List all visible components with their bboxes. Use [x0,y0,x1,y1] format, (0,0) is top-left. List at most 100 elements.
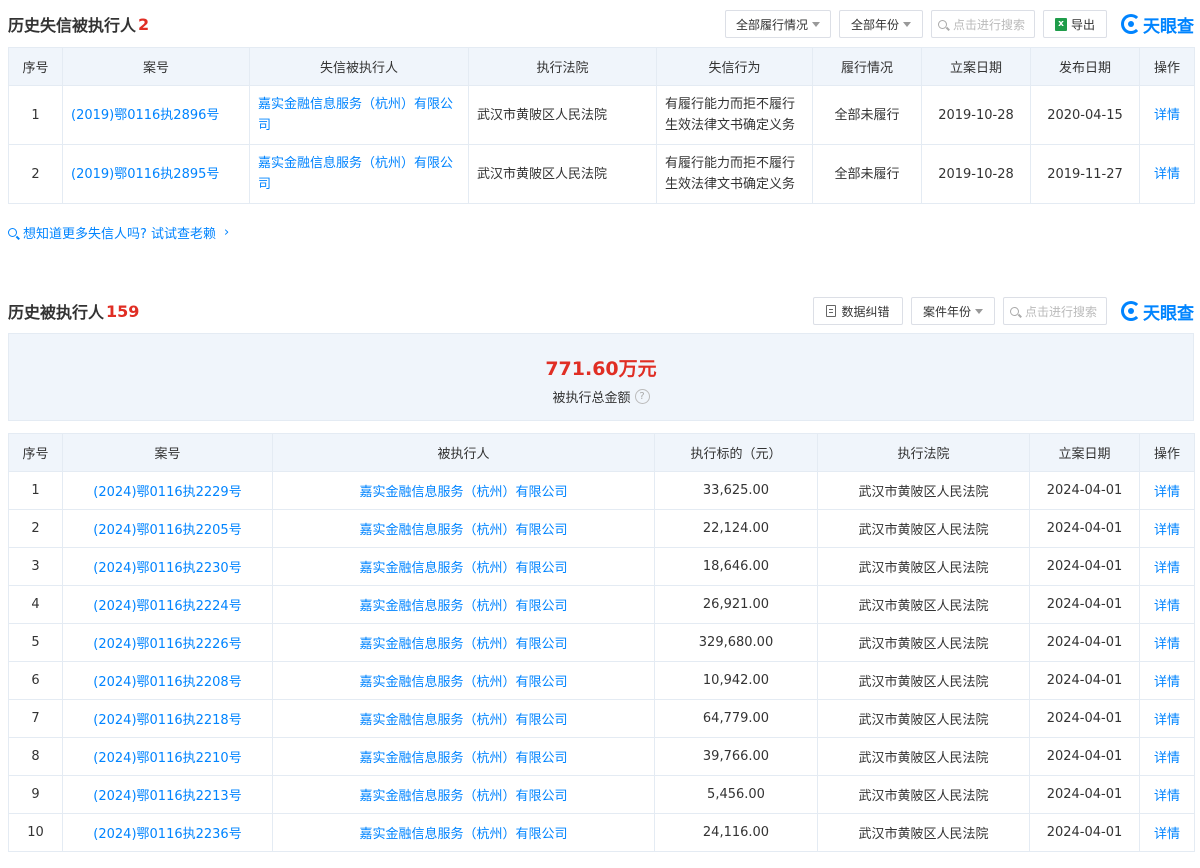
company-link[interactable]: 嘉实金融信息服务（杭州）有限公司 [272,509,655,548]
chevron-right-icon: › [224,225,230,240]
excel-icon: x [1054,17,1067,31]
filing-date: 2019-10-28 [921,85,1031,145]
company-link[interactable]: 嘉实金融信息服务（杭州）有限公司 [249,85,469,145]
table-row: 2 (2019)鄂0116执2895号 嘉实金融信息服务（杭州）有限公司 武汉市… [8,144,1195,204]
details-link[interactable]: 详情 [1139,509,1195,548]
case-number-link[interactable]: (2024)鄂0116执2218号 [62,699,273,738]
year-filter-dropdown[interactable]: 全部年份 [839,10,923,38]
executed-section-header: 历史被执行人 159 数据纠错 案件年份 点击进行搜索 天眼查 [8,295,1194,327]
publish-date: 2020-04-15 [1030,85,1140,145]
search-icon [8,228,17,237]
tianyancha-logo: 天眼查 [1121,12,1194,37]
table-row: 3 (2024)鄂0116执2230号 嘉实金融信息服务（杭州）有限公司 18,… [8,547,1195,586]
company-link[interactable]: 嘉实金融信息服务（杭州）有限公司 [272,471,655,510]
company-link[interactable]: 嘉实金融信息服务（杭州）有限公司 [249,144,469,204]
table-row: 2 (2024)鄂0116执2205号 嘉实金融信息服务（杭州）有限公司 22,… [8,509,1195,548]
details-link[interactable]: 详情 [1139,547,1195,586]
case-year-filter-dropdown[interactable]: 案件年份 [911,297,995,325]
executed-table: 序号 案号 被执行人 执行标的（元） 执行法院 立案日期 操作 1 (2024)… [8,433,1195,852]
search-icon [938,19,947,29]
tianyancha-logo-icon [1121,14,1141,34]
row-number: 2 [8,509,63,548]
details-link[interactable]: 详情 [1139,85,1195,145]
data-correction-button[interactable]: 数据纠错 [813,297,903,325]
chevron-down-icon [812,21,821,27]
column-header: 操作 [1139,433,1195,472]
row-number: 1 [8,85,63,145]
column-header: 立案日期 [1029,433,1140,472]
table-header-row: 序号 案号 被执行人 执行标的（元） 执行法院 立案日期 操作 [8,433,1195,472]
case-number-link[interactable]: (2019)鄂0116执2896号 [62,85,250,145]
company-link[interactable]: 嘉实金融信息服务（杭州）有限公司 [272,623,655,662]
total-amount-value: 771.60万元 [545,358,657,380]
search-placeholder: 点击进行搜索 [953,17,1026,32]
performance-filter-dropdown[interactable]: 全部履行情况 [725,10,831,38]
case-year-filter-label: 案件年份 [922,304,971,319]
case-number-link[interactable]: (2024)鄂0116执2226号 [62,623,273,662]
company-link[interactable]: 嘉实金融信息服务（杭州）有限公司 [272,699,655,738]
case-number-link[interactable]: (2024)鄂0116执2230号 [62,547,273,586]
row-number: 8 [8,737,63,776]
filing-date: 2024-04-01 [1029,775,1140,814]
column-header: 序号 [8,433,63,472]
document-icon [826,305,837,317]
company-link[interactable]: 嘉实金融信息服务（杭州）有限公司 [272,661,655,700]
company-link[interactable]: 嘉实金融信息服务（杭州）有限公司 [272,547,655,586]
case-number-link[interactable]: (2024)鄂0116执2224号 [62,585,273,624]
find-more-dishonest-link[interactable]: 想知道更多失信人吗? 试试查老赖 › [8,223,229,242]
details-link[interactable]: 详情 [1139,737,1195,776]
details-link[interactable]: 详情 [1139,585,1195,624]
execution-amount: 33,625.00 [654,471,818,510]
case-number-link[interactable]: (2024)鄂0116执2236号 [62,813,273,852]
case-number-link[interactable]: (2024)鄂0116执2208号 [62,661,273,700]
details-link[interactable]: 详情 [1139,471,1195,510]
execution-amount: 5,456.00 [654,775,818,814]
case-number-link[interactable]: (2024)鄂0116执2213号 [62,775,273,814]
export-label: 导出 [1070,17,1095,32]
dishonest-behavior: 有履行能力而拒不履行生效法律文书确定义务 [656,85,813,145]
column-header: 履行情况 [812,47,922,86]
execution-amount: 64,779.00 [654,699,818,738]
dishonest-search-input[interactable]: 点击进行搜索 [931,10,1035,38]
details-link[interactable]: 详情 [1139,144,1195,204]
column-header: 案号 [62,47,250,86]
column-header: 执行标的（元） [654,433,818,472]
filing-date: 2024-04-01 [1029,471,1140,510]
execution-amount: 26,921.00 [654,585,818,624]
court-name: 武汉市黄陂区人民法院 [817,547,1030,586]
performance-status: 全部未履行 [812,144,922,204]
court-name: 武汉市黄陂区人民法院 [817,813,1030,852]
table-row: 1 (2024)鄂0116执2229号 嘉实金融信息服务（杭州）有限公司 33,… [8,471,1195,510]
executed-search-input[interactable]: 点击进行搜索 [1003,297,1107,325]
company-link[interactable]: 嘉实金融信息服务（杭州）有限公司 [272,737,655,776]
details-link[interactable]: 详情 [1139,775,1195,814]
help-icon[interactable]: ? [634,389,650,404]
table-header-row: 序号 案号 失信被执行人 执行法院 失信行为 履行情况 立案日期 发布日期 操作 [8,47,1195,86]
row-number: 1 [8,471,63,510]
column-header: 发布日期 [1030,47,1140,86]
row-number: 3 [8,547,63,586]
details-link[interactable]: 详情 [1139,623,1195,662]
case-number-link[interactable]: (2024)鄂0116执2229号 [62,471,273,510]
court-name: 武汉市黄陂区人民法院 [817,471,1030,510]
court-name: 武汉市黄陂区人民法院 [817,737,1030,776]
dishonest-section-title: 历史失信被执行人 [8,16,137,35]
column-header: 序号 [8,47,63,86]
company-link[interactable]: 嘉实金融信息服务（杭州）有限公司 [272,813,655,852]
case-number-link[interactable]: (2024)鄂0116执2210号 [62,737,273,776]
column-header: 执行法院 [817,433,1030,472]
executed-table-body: 1 (2024)鄂0116执2229号 嘉实金融信息服务（杭州）有限公司 33,… [8,471,1195,852]
filing-date: 2024-04-01 [1029,737,1140,776]
case-number-link[interactable]: (2024)鄂0116执2205号 [62,509,273,548]
table-row: 7 (2024)鄂0116执2218号 嘉实金融信息服务（杭州）有限公司 64,… [8,699,1195,738]
execution-amount: 22,124.00 [654,509,818,548]
case-number-link[interactable]: (2019)鄂0116执2895号 [62,144,250,204]
company-link[interactable]: 嘉实金融信息服务（杭州）有限公司 [272,775,655,814]
logo-text: 天眼查 [1143,303,1194,324]
company-link[interactable]: 嘉实金融信息服务（杭州）有限公司 [272,585,655,624]
details-link[interactable]: 详情 [1139,661,1195,700]
export-button[interactable]: x 导出 [1043,10,1107,38]
details-link[interactable]: 详情 [1139,699,1195,738]
details-link[interactable]: 详情 [1139,813,1195,852]
court-name: 武汉市黄陂区人民法院 [817,585,1030,624]
